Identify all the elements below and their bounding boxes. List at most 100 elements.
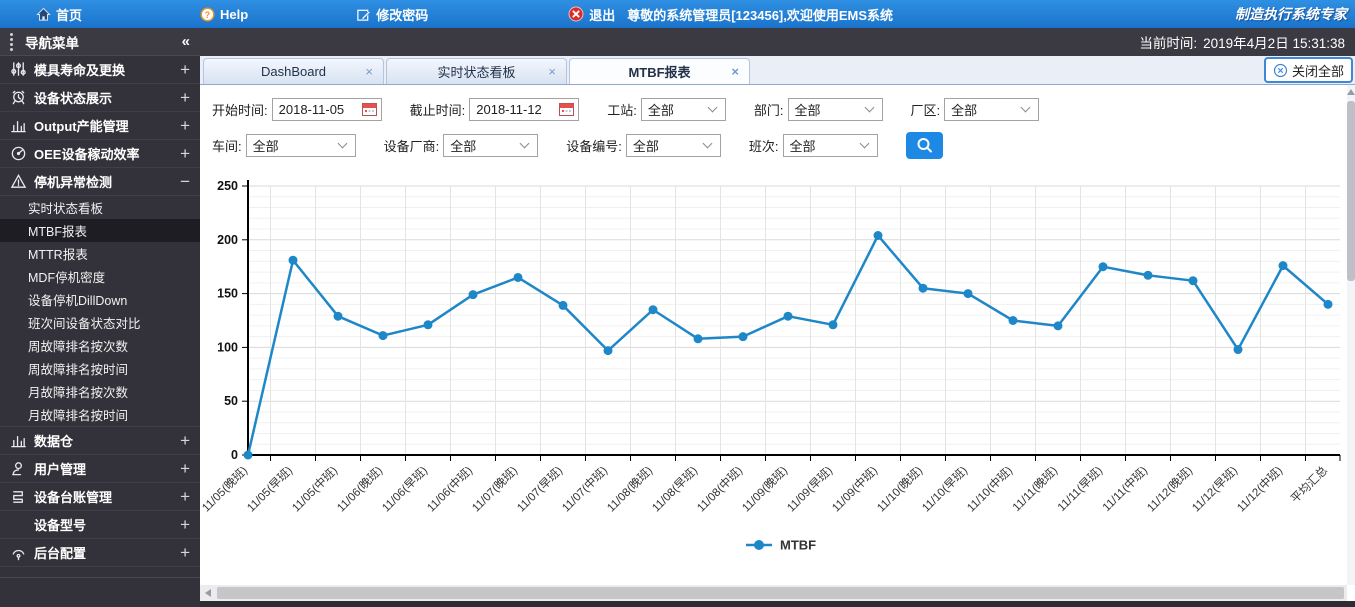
gauge-icon xyxy=(11,146,26,161)
sidebar-item-后台配置[interactable]: 后台配置 + xyxy=(0,539,200,567)
start-time-value: 2018-11-05 xyxy=(278,101,345,117)
sidebar-subitem-月故障排名按时间[interactable]: 月故障排名按时间 xyxy=(0,403,200,426)
department-select[interactable]: 全部 xyxy=(787,97,883,121)
horizontal-scroll-thumb[interactable] xyxy=(217,587,1344,599)
close-all-tabs-button[interactable]: 关闭全部 xyxy=(1263,57,1353,83)
collapse-minus-icon[interactable]: − xyxy=(180,172,190,192)
sidebar-header: 导航菜单 « xyxy=(0,28,200,56)
mtbf-line-chart: 0 50 100 150 200 250 11/05(晚班) 11/05(早班) 11/05(中… xyxy=(199,167,1347,585)
sidebar-item-数据仓[interactable]: 数据仓 + xyxy=(0,427,200,455)
sidebar-subitem-月故障排名按次数[interactable]: 月故障排名按次数 xyxy=(0,380,200,403)
svg-text:11/05(晚班): 11/05(晚班) xyxy=(200,464,250,515)
sidebar-item-OEE设备稼动效率[interactable]: OEE设备稼动效率 + xyxy=(0,140,200,168)
sidebar-subitem-班次间设备状态对比[interactable]: 班次间设备状态对比 xyxy=(0,311,200,334)
edit-icon xyxy=(357,9,371,21)
expand-plus-icon[interactable]: + xyxy=(180,88,190,108)
svg-text:11/07(中班): 11/07(中班) xyxy=(559,464,610,515)
shift-select[interactable]: 全部 xyxy=(782,133,878,157)
sidebar-item-停机异常检测[interactable]: 停机异常检测 − xyxy=(0,168,200,196)
end-time-input[interactable]: 2018-11-12 xyxy=(469,97,580,121)
brand-title: 制造执行系统专家 xyxy=(1235,6,1347,22)
svg-text:100: 100 xyxy=(217,340,238,354)
svg-text:11/10(晚班): 11/10(晚班) xyxy=(874,464,925,515)
station-value: 全部 xyxy=(647,102,674,118)
horizontal-scrollbar[interactable] xyxy=(200,585,1347,601)
vertical-scroll-thumb[interactable] xyxy=(1347,101,1355,281)
sidebar-item-用户管理[interactable]: 用户管理 + xyxy=(0,455,200,483)
sidebar-subitem-MTBF报表[interactable]: MTBF报表 xyxy=(0,219,200,242)
sidebar-item-设备型号[interactable]: 设备型号 + xyxy=(0,511,200,539)
svg-text:11/06(晚班): 11/06(晚班) xyxy=(334,464,385,515)
sidebar-item-label: 停机异常检测 xyxy=(34,175,113,190)
home-button[interactable]: 首页 xyxy=(36,5,82,24)
filter-field-equipment-vendor: 设备厂商: 全部 xyxy=(384,133,539,157)
tab-MTBF报表[interactable]: MTBF报表 × xyxy=(569,58,750,84)
sidebar-item-label: 设备状态展示 xyxy=(34,91,113,106)
calendar-icon xyxy=(361,103,377,116)
sidebar-subitem-实时状态看板[interactable]: 实时状态看板 xyxy=(0,196,200,219)
equipment-id-select[interactable]: 全部 xyxy=(625,133,721,157)
expand-plus-icon[interactable]: + xyxy=(180,487,190,507)
welcome-text: 尊敬的系统管理员[123456],欢迎使用EMS系统 xyxy=(627,7,894,23)
sidebar-footer xyxy=(0,577,200,607)
workshop-label: 车间: xyxy=(212,138,242,154)
svg-text:11/08(早班): 11/08(早班) xyxy=(649,464,700,515)
status-bar: 当前时间: 2019年4月2日 15:31:38 xyxy=(200,28,1355,56)
scroll-left-icon[interactable] xyxy=(205,589,211,597)
sidebar-item-模具寿命及更换[interactable]: 模具寿命及更换 + xyxy=(0,56,200,84)
filter-field-end-time: 截止时间: 2018-11-12 xyxy=(410,97,580,121)
scroll-up-icon[interactable] xyxy=(1347,89,1355,95)
config-icon xyxy=(12,549,25,561)
sidebar-item-Output产能管理[interactable]: Output产能管理 + xyxy=(0,112,200,140)
expand-plus-icon[interactable]: + xyxy=(180,144,190,164)
factory-area-label: 厂区: xyxy=(910,102,941,118)
sidebar-subitem-设备停机DillDown[interactable]: 设备停机DillDown xyxy=(0,288,200,311)
chevron-down-icon xyxy=(1020,102,1031,113)
legend-mtbf[interactable]: MTBF xyxy=(746,538,816,553)
svg-text:?: ? xyxy=(205,9,210,19)
tab-DashBoard[interactable]: DashBoard × xyxy=(203,58,384,84)
change-password-button[interactable]: 修改密码 xyxy=(356,5,428,24)
svg-text:0: 0 xyxy=(231,448,238,462)
sidebar-subitem-MTTR报表[interactable]: MTTR报表 xyxy=(0,242,200,265)
equipment-vendor-select[interactable]: 全部 xyxy=(443,133,539,157)
sidebar-subitem-周故障排名按次数[interactable]: 周故障排名按次数 xyxy=(0,334,200,357)
expand-plus-icon[interactable]: + xyxy=(180,515,190,535)
sidebar-subitem-周故障排名按时间[interactable]: 周故障排名按时间 xyxy=(0,357,200,380)
sidebar-item-设备状态展示[interactable]: 设备状态展示 + xyxy=(0,84,200,112)
start-time-input[interactable]: 2018-11-05 xyxy=(271,97,382,121)
chevron-down-icon xyxy=(519,138,530,149)
expand-plus-icon[interactable]: + xyxy=(180,116,190,136)
svg-text:11/08(晚班): 11/08(晚班) xyxy=(604,464,655,515)
change-password-label: 修改密码 xyxy=(376,7,429,23)
tab-label: 实时状态看板 xyxy=(437,65,516,80)
vertical-scrollbar[interactable] xyxy=(1347,85,1355,585)
close-all-icon xyxy=(1273,63,1288,77)
sidebar-subitem-MDF停机密度[interactable]: MDF停机密度 xyxy=(0,265,200,288)
svg-text:11/12(中班): 11/12(中班) xyxy=(1234,464,1285,515)
svg-text:200: 200 xyxy=(217,233,238,247)
svg-text:11/11(晚班): 11/11(晚班) xyxy=(1010,464,1060,514)
factory-area-select[interactable]: 全部 xyxy=(944,97,1040,121)
expand-plus-icon[interactable]: + xyxy=(180,431,190,451)
help-label: Help xyxy=(220,6,249,22)
sidebar-collapse-icon[interactable]: « xyxy=(182,33,190,50)
tab-close-icon[interactable]: × xyxy=(548,64,556,79)
search-button[interactable] xyxy=(905,131,943,159)
expand-plus-icon[interactable]: + xyxy=(180,459,190,479)
expand-plus-icon[interactable]: + xyxy=(180,60,190,80)
logout-button[interactable]: 退出 xyxy=(568,5,615,24)
help-button[interactable]: ? Help xyxy=(200,7,248,22)
workshop-select[interactable]: 全部 xyxy=(245,133,356,157)
station-select[interactable]: 全部 xyxy=(640,97,726,121)
svg-text:150: 150 xyxy=(217,287,238,301)
tab-close-icon[interactable]: × xyxy=(365,64,373,79)
equipment-vendor-value: 全部 xyxy=(450,138,477,154)
sidebar-item-label: 数据仓 xyxy=(34,434,74,449)
expand-plus-icon[interactable]: + xyxy=(180,543,190,563)
sidebar-item-设备台账管理[interactable]: 设备台账管理 + xyxy=(0,483,200,511)
none xyxy=(10,516,27,533)
alarm-bell-icon xyxy=(12,90,25,105)
tab-close-icon[interactable]: × xyxy=(731,64,739,79)
tab-实时状态看板[interactable]: 实时状态看板 × xyxy=(386,58,567,84)
